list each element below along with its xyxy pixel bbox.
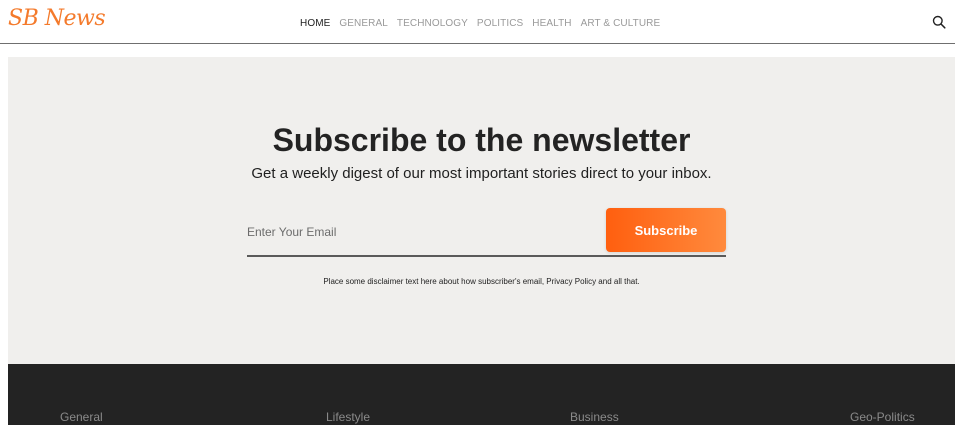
footer-link-general[interactable]: General (60, 410, 103, 424)
nav-item-art-culture[interactable]: ART & CULTURE (581, 18, 661, 29)
search-icon (932, 15, 946, 29)
subscribe-button[interactable]: Subscribe (606, 208, 726, 252)
footer-link-business[interactable]: Business (570, 410, 619, 424)
top-navigation-bar: SB News HOME GENERAL TECHNOLOGY POLITICS… (0, 0, 955, 44)
site-footer: General Lifestyle Business Geo-Politics (8, 364, 955, 425)
newsletter-title: Subscribe to the newsletter (272, 122, 691, 158)
email-input-underline (247, 255, 726, 257)
search-button[interactable] (932, 15, 946, 29)
newsletter-section: Subscribe to the newsletter Get a weekly… (8, 57, 955, 364)
email-input[interactable] (247, 222, 597, 242)
footer-link-lifestyle[interactable]: Lifestyle (326, 410, 370, 424)
site-logo[interactable]: SB News (8, 6, 106, 31)
nav-item-health[interactable]: HEALTH (532, 18, 571, 29)
nav-item-general[interactable]: GENERAL (339, 18, 388, 29)
footer-link-geo-politics[interactable]: Geo-Politics (850, 410, 915, 424)
subscribe-form: Subscribe (247, 208, 726, 258)
main-nav: HOME GENERAL TECHNOLOGY POLITICS HEALTH … (300, 18, 660, 29)
nav-item-technology[interactable]: TECHNOLOGY (397, 18, 468, 29)
disclaimer-text: Place some disclaimer text here about ho… (323, 277, 640, 286)
nav-item-home[interactable]: HOME (300, 18, 330, 29)
nav-item-politics[interactable]: POLITICS (477, 18, 523, 29)
newsletter-subtitle: Get a weekly digest of our most importan… (251, 165, 712, 182)
